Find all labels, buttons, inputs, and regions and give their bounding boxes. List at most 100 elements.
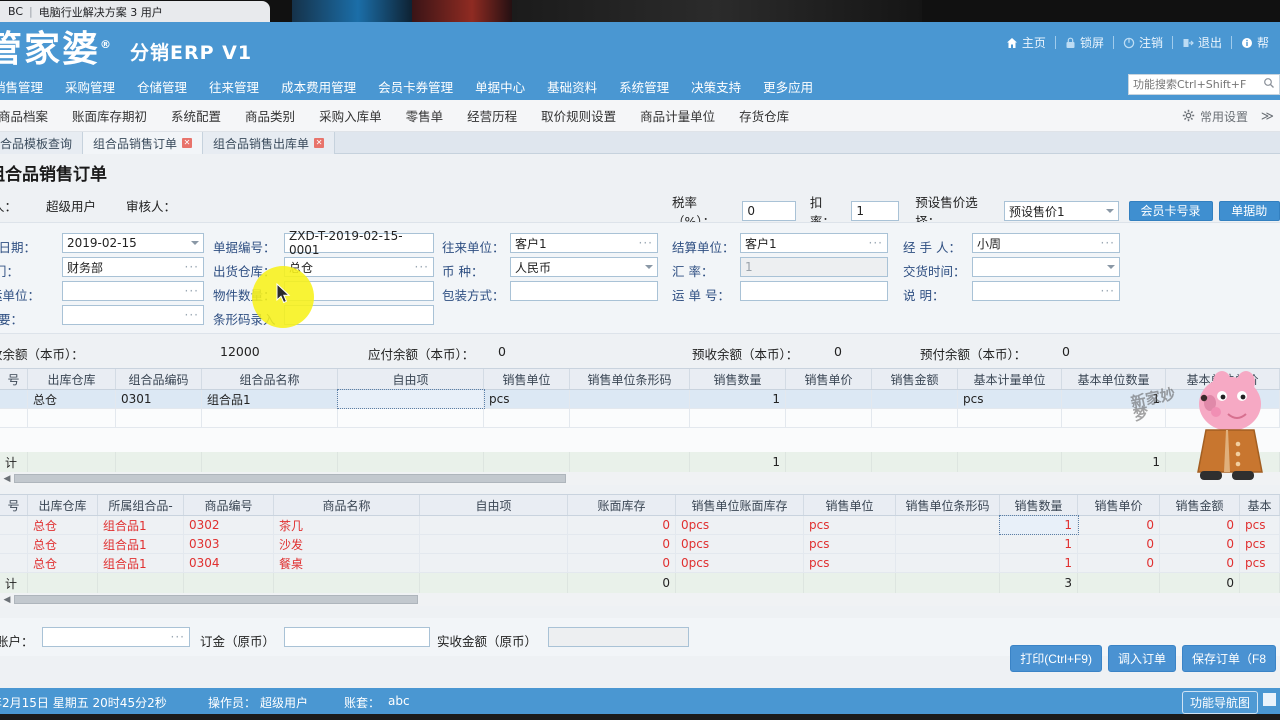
header-action-home[interactable]: 主页 bbox=[997, 34, 1055, 51]
combo-items-hscrollbar[interactable]: ◀ bbox=[0, 472, 1280, 485]
discount-input[interactable]: 1 bbox=[851, 201, 899, 221]
cell-sales-qty[interactable]: 1 bbox=[690, 390, 786, 408]
table-row[interactable]: 总仓 组合品1 0302 茶几 0 0pcs pcs 1 0 0 pcs bbox=[0, 516, 1280, 535]
nav-item-membership[interactable]: 会员卡券管理 bbox=[367, 77, 464, 96]
ellipsis-icon[interactable]: ··· bbox=[185, 260, 199, 274]
doc-tab-template-query[interactable]: 组合品模板查询 bbox=[0, 132, 83, 154]
subnav-item-system-config[interactable]: 系统配置 bbox=[159, 106, 233, 125]
subnav-item-product-category[interactable]: 商品类别 bbox=[233, 106, 307, 125]
cell-warehouse[interactable]: 总仓 bbox=[28, 516, 98, 534]
ellipsis-icon[interactable]: ··· bbox=[171, 630, 185, 644]
cell-sales-price[interactable] bbox=[786, 390, 872, 408]
header-action-lock[interactable]: 锁屏 bbox=[1056, 34, 1113, 51]
cell-parent-combo[interactable]: 组合品1 bbox=[98, 554, 184, 572]
doc-assistant-button[interactable]: 单据助手 bbox=[1219, 201, 1280, 221]
cell-sales-amount[interactable]: 0 bbox=[1160, 554, 1240, 572]
header-action-exit[interactable]: 退出 bbox=[1173, 34, 1231, 51]
doc-tab-combo-sales-delivery[interactable]: 组合品销售出库单 ✕ bbox=[203, 132, 335, 154]
cell-sales-qty[interactable]: 1 bbox=[1000, 516, 1078, 534]
cell-parent-combo[interactable]: 组合品1 bbox=[98, 535, 184, 553]
cell-book-stock[interactable]: 0 bbox=[568, 554, 676, 572]
subnav-more-icon[interactable]: ≫ bbox=[1261, 108, 1274, 123]
cell-warehouse[interactable]: 总仓 bbox=[28, 554, 98, 572]
cell-free-item[interactable] bbox=[420, 516, 568, 534]
cell-sales-amount[interactable]: 0 bbox=[1160, 535, 1240, 553]
nav-item-sales[interactable]: 销售管理 bbox=[0, 77, 54, 96]
header-action-logout[interactable]: 注销 bbox=[1114, 34, 1172, 51]
cell-product-name[interactable]: 餐桌 bbox=[274, 554, 420, 572]
member-card-button[interactable]: 会员卡号录入 bbox=[1129, 201, 1213, 221]
cell-sales-unit[interactable]: pcs bbox=[804, 535, 896, 553]
handler-field[interactable]: 小周 ··· bbox=[972, 233, 1120, 253]
doc-no-field[interactable]: ZXD-T-2019-02-15-0001 bbox=[284, 233, 434, 253]
warehouse-field[interactable]: 总仓 ··· bbox=[284, 257, 434, 277]
cell-product-code[interactable]: 0303 bbox=[184, 535, 274, 553]
tax-rate-input[interactable]: 0 bbox=[742, 201, 796, 221]
scroll-thumb[interactable] bbox=[14, 474, 566, 483]
cell-sales-unit-barcode[interactable] bbox=[896, 554, 1000, 572]
nav-item-more-apps[interactable]: 更多应用 bbox=[752, 77, 824, 96]
cell-product-name[interactable]: 沙发 bbox=[274, 535, 420, 553]
search-icon[interactable] bbox=[1263, 77, 1275, 92]
date-field[interactable]: 2019-02-15 bbox=[62, 233, 204, 253]
cell-sales-unit[interactable]: pcs bbox=[804, 516, 896, 534]
cell-warehouse[interactable]: 总仓 bbox=[28, 390, 116, 408]
summary-field[interactable]: ··· bbox=[62, 305, 204, 325]
cell-sales-price[interactable]: 0 bbox=[1078, 535, 1160, 553]
cell-free-item[interactable] bbox=[420, 554, 568, 572]
cell-base-unit[interactable]: pcs bbox=[958, 390, 1062, 408]
piece-count-field[interactable] bbox=[284, 281, 434, 301]
deposit-field[interactable] bbox=[284, 627, 430, 647]
subnav-item-stock-warehouse[interactable]: 存货仓库 bbox=[727, 106, 801, 125]
scroll-thumb[interactable] bbox=[14, 595, 418, 604]
cell-base[interactable]: pcs bbox=[1240, 535, 1280, 553]
table-row[interactable]: 总仓 组合品1 0303 沙发 0 0pcs pcs 1 0 0 pcs bbox=[0, 535, 1280, 554]
settle-field[interactable]: 客户1 ··· bbox=[740, 233, 888, 253]
cell-product-name[interactable]: 茶几 bbox=[274, 516, 420, 534]
nav-item-system[interactable]: 系统管理 bbox=[608, 77, 680, 96]
search-input[interactable] bbox=[1133, 78, 1263, 91]
cell-combo-code[interactable]: 0301 bbox=[116, 390, 202, 408]
cell-sales-amount[interactable]: 0 bbox=[1160, 516, 1240, 534]
scroll-left-icon[interactable]: ◀ bbox=[0, 474, 14, 484]
cell-book-stock[interactable]: 0 bbox=[568, 516, 676, 534]
preset-price-select[interactable]: 预设售价1 bbox=[1004, 201, 1119, 221]
cell-sales-unit[interactable]: pcs bbox=[804, 554, 896, 572]
subnav-item-pricing-rules[interactable]: 取价规则设置 bbox=[529, 106, 628, 125]
cell-sales-qty[interactable]: 1 bbox=[1000, 554, 1078, 572]
function-nav-button[interactable]: 功能导航图 bbox=[1182, 691, 1258, 714]
ellipsis-icon[interactable]: ··· bbox=[639, 236, 653, 250]
close-icon[interactable]: ✕ bbox=[314, 138, 324, 148]
currency-field[interactable]: 人民币 bbox=[510, 257, 658, 277]
cell-base-price[interactable] bbox=[1166, 390, 1280, 408]
cell-base[interactable]: pcs bbox=[1240, 554, 1280, 572]
table-row[interactable] bbox=[0, 409, 1280, 428]
table-row[interactable]: 总仓 0301 组合品1 pcs 1 pcs 1 bbox=[0, 390, 1280, 409]
barcode-input[interactable] bbox=[284, 305, 434, 325]
ellipsis-icon[interactable]: ··· bbox=[869, 236, 883, 250]
ellipsis-icon[interactable]: ··· bbox=[1101, 284, 1115, 298]
import-order-button[interactable]: 调入订单 bbox=[1108, 645, 1176, 672]
browser-tab[interactable]: BC | 电脑行业解决方案 3 用户 bbox=[0, 1, 270, 22]
ellipsis-icon[interactable]: ··· bbox=[1101, 236, 1115, 250]
cell-sales-amount[interactable] bbox=[872, 390, 958, 408]
subnav-item-purchase-receipt[interactable]: 采购入库单 bbox=[307, 106, 394, 125]
save-order-button[interactable]: 保存订单（F8 bbox=[1182, 645, 1276, 672]
cell-free-item[interactable] bbox=[338, 390, 484, 408]
ellipsis-icon[interactable]: ··· bbox=[415, 260, 429, 274]
cell-combo-name[interactable]: 组合品1 bbox=[202, 390, 338, 408]
account-field[interactable]: ··· bbox=[42, 627, 190, 647]
cell-parent-combo[interactable]: 组合品1 bbox=[98, 516, 184, 534]
status-resize-handle[interactable] bbox=[1263, 693, 1276, 706]
component-items-hscrollbar[interactable]: ◀ bbox=[0, 593, 1280, 606]
header-action-help[interactable]: 帮 bbox=[1232, 34, 1278, 51]
nav-item-purchase[interactable]: 采购管理 bbox=[54, 77, 126, 96]
cell-unit-book-stock[interactable]: 0pcs bbox=[676, 516, 804, 534]
cell-base[interactable]: pcs bbox=[1240, 516, 1280, 534]
cell-product-code[interactable]: 0302 bbox=[184, 516, 274, 534]
cell-sales-unit-barcode[interactable] bbox=[570, 390, 690, 408]
nav-item-cost[interactable]: 成本费用管理 bbox=[270, 77, 367, 96]
cell-sales-price[interactable]: 0 bbox=[1078, 516, 1160, 534]
nav-item-decision[interactable]: 决策支持 bbox=[680, 77, 752, 96]
nav-item-documents[interactable]: 单据中心 bbox=[464, 77, 536, 96]
